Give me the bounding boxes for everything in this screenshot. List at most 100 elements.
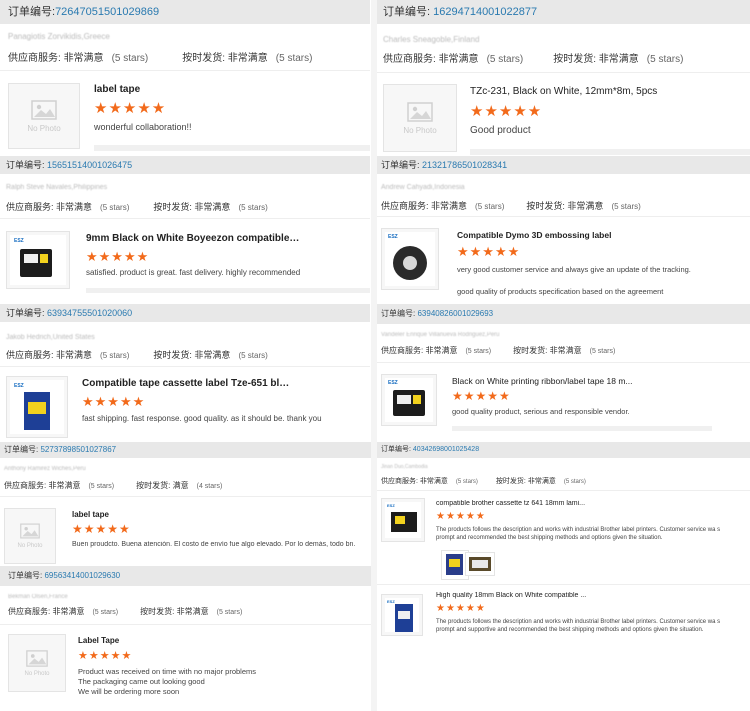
rating-stars: ★★★★★ <box>72 522 131 536</box>
product-thumbnail[interactable]: No Photo <box>383 84 457 152</box>
product-image: ESZ <box>10 380 64 434</box>
review-card: 订单编号: 21321786501028341 Andrew Cahyadi,I… <box>377 156 750 304</box>
image-icon <box>20 523 40 539</box>
order-label: 订单编号: <box>8 6 56 18</box>
buyer-name: Anthony Ramirez Wiches,Peru <box>4 466 86 472</box>
no-photo-placeholder: No Photo <box>384 85 456 151</box>
order-number-bar: 订单编号: 16294714001022877 <box>377 0 750 24</box>
product-image: ESZ <box>385 598 419 632</box>
order-number[interactable]: 63934755501020060 <box>47 308 132 318</box>
image-icon <box>31 99 57 120</box>
review-line: We will be ordering more soon <box>78 687 180 696</box>
seller-ratings: 供应商服务: 非常满意 (5 stars) 按时发货: 非常满意 (5 stars) <box>6 202 268 212</box>
product-thumbnail[interactable]: No Photo <box>4 508 56 564</box>
review-card: 订单编号:72647051501029869 Panagiotis Zorvik… <box>0 0 370 158</box>
rating-stars: ★★★★★ <box>78 650 133 662</box>
seller-ratings: 供应商服务: 非常满意 (5 stars) 按时发货: 非常满意 (5 stars) <box>383 54 684 65</box>
review-text: Buen proudcto. Buena atención. El costo … <box>72 541 356 548</box>
review-card: 订单编号: 63934755501020060 Jakob Hedrich,Un… <box>0 304 370 442</box>
rating-stars: ★★★★★ <box>86 249 150 264</box>
rating-stars: ★★★★★ <box>436 603 486 614</box>
product-title[interactable]: TZc-231, Black on White, 12mm*8m, 5pcs <box>470 86 740 97</box>
order-number-bar: 订单编号: 21321786501028341 <box>377 156 750 174</box>
review-text: The products follows the description and… <box>436 527 721 541</box>
product-image: ESZ <box>385 232 435 286</box>
no-photo-placeholder: No Photo <box>9 635 65 691</box>
review-card: 订单编号: 16294714001022877 Charles Sneagobl… <box>377 0 750 158</box>
seller-ratings: 供应商服务: 非常满意 (5 stars) 按时发货: 非常满意 (5 stars) <box>381 346 616 355</box>
product-thumbnail[interactable]: ESZ <box>381 594 423 636</box>
order-number-bar: 订单编号: 63934755501020060 <box>0 304 370 322</box>
rating-stars: ★★★★★ <box>457 244 521 259</box>
buyer-name: Vandeler Enrique Villanueva Rodriguez,Pe… <box>381 332 500 338</box>
product-thumbnail[interactable]: ESZ <box>381 228 439 290</box>
order-number-bar: 订单编号: 69563414001029630 <box>0 566 372 586</box>
product-image: ESZ <box>10 235 66 285</box>
review-line: good quality of products specification b… <box>457 287 664 296</box>
review-line: very good customer service and always gi… <box>457 265 691 274</box>
product-image: ESZ <box>385 502 421 538</box>
product-title[interactable]: Label Tape <box>78 636 278 645</box>
review-text: satisfied. product is great. fast delive… <box>86 268 301 277</box>
order-number[interactable]: 16294714001022877 <box>433 6 537 18</box>
order-number-bar: 订单编号: 40342698001025428 <box>377 442 750 458</box>
order-number[interactable]: 63940826001029693 <box>417 309 493 318</box>
product-thumbnail[interactable]: ESZ <box>6 376 68 438</box>
review-card: 订单编号: 15651514001026475 Ralph Steve Nava… <box>0 156 370 304</box>
brand-logo: ESZ <box>14 238 24 244</box>
order-number[interactable]: 52737898501027867 <box>40 445 116 454</box>
seller-ratings: 供应商服务: 非常满意 (5 stars) 按时发货: 非常满意 (5 stars) <box>8 53 313 64</box>
order-number-bar: 订单编号:72647051501029869 <box>0 0 370 24</box>
product-thumbnail[interactable]: ESZ <box>381 374 437 426</box>
seller-ratings: 供应商服务: 非常满意 (5 stars) 按时发货: 非常满意 (5 stars) <box>381 478 586 485</box>
review-text: Good product <box>470 125 531 136</box>
image-icon <box>26 649 48 667</box>
review-text: fast shipping. fast response. good quali… <box>82 414 322 423</box>
product-thumbnail[interactable]: No Photo <box>8 634 66 692</box>
product-title[interactable]: Black on White printing ribbon/label tap… <box>452 376 652 386</box>
buyer-name: Ralph Steve Navales,Philippines <box>6 184 108 191</box>
rating-stars: ★★★★★ <box>94 100 167 117</box>
seller-ratings: 供应商服务: 非常满意 (5 stars) 按时发货: 满意 (4 stars) <box>4 481 223 490</box>
buyer-name: Jakob Hedrich,United States <box>6 334 95 341</box>
rating-stars: ★★★★★ <box>82 394 146 409</box>
product-title[interactable]: High quality 18mm Black on White compati… <box>436 592 636 599</box>
review-card: 订单编号: 40342698001025428 Jinan Duo,Cambod… <box>377 442 750 584</box>
review-photo[interactable] <box>465 552 495 576</box>
product-thumbnail[interactable]: No Photo <box>8 83 80 149</box>
product-title[interactable]: Compatible tape cassette label Tze-651 b… <box>82 378 292 389</box>
product-title[interactable]: Compatible Dymo 3D embossing label <box>457 230 717 240</box>
review-line: Product was received on time with no maj… <box>78 667 256 676</box>
buyer-name: Andrew Cahyadi,Indonesia <box>381 184 465 191</box>
no-photo-placeholder: No Photo <box>9 84 79 148</box>
product-thumbnail[interactable]: ESZ <box>381 498 425 542</box>
order-number[interactable]: 69563414001029630 <box>44 571 120 580</box>
product-thumbnail[interactable]: ESZ <box>6 231 70 289</box>
order-number[interactable]: 15651514001026475 <box>47 160 132 170</box>
seller-ratings: 供应商服务: 非常满意 (5 stars) 按时发货: 非常满意 (5 stars) <box>8 607 243 616</box>
product-title[interactable]: 9mm Black on White Boyeezon compatible B… <box>86 233 301 244</box>
product-title[interactable]: label tape <box>72 510 272 519</box>
product-title[interactable]: compatible brother cassette tz 641 18mm … <box>436 500 636 507</box>
buyer-name: Charles Sneagoble,Finland <box>383 35 480 44</box>
product-title[interactable]: label tape <box>94 84 354 95</box>
order-number-bar: 订单编号: 52737898501027867 <box>0 442 375 458</box>
no-photo-placeholder: No Photo <box>5 509 55 563</box>
rating-stars: ★★★★★ <box>436 511 486 522</box>
review-card: 订单编号: 69563414001029630 Bekman Olsen,Fra… <box>0 566 372 711</box>
buyer-name: Panagiotis Zorvikidis,Greece <box>8 32 110 41</box>
review-text: good quality product, serious and respon… <box>452 407 630 416</box>
review-card: 订单编号: 52737898501027867 Anthony Ramirez … <box>0 442 375 566</box>
column-divider <box>371 0 377 711</box>
review-card: ESZ High quality 18mm Black on White com… <box>377 584 750 711</box>
image-icon <box>407 101 433 122</box>
seller-ratings: 供应商服务: 非常满意 (5 stars) 按时发货: 非常满意 (5 stars) <box>6 350 268 360</box>
order-number-bar: 订单编号: 63940826001029693 <box>377 304 750 324</box>
order-number[interactable]: 21321786501028341 <box>422 160 507 170</box>
buyer-name: Bekman Olsen,France <box>8 594 68 600</box>
product-image: ESZ <box>385 378 433 422</box>
review-card: 订单编号: 63940826001029693 Vandeler Enrique… <box>377 304 750 442</box>
order-number[interactable]: 40342698001025428 <box>413 446 479 453</box>
order-number[interactable]: 72647051501029869 <box>55 6 159 18</box>
buyer-name: Jinan Duo,Cambodia <box>381 464 428 470</box>
